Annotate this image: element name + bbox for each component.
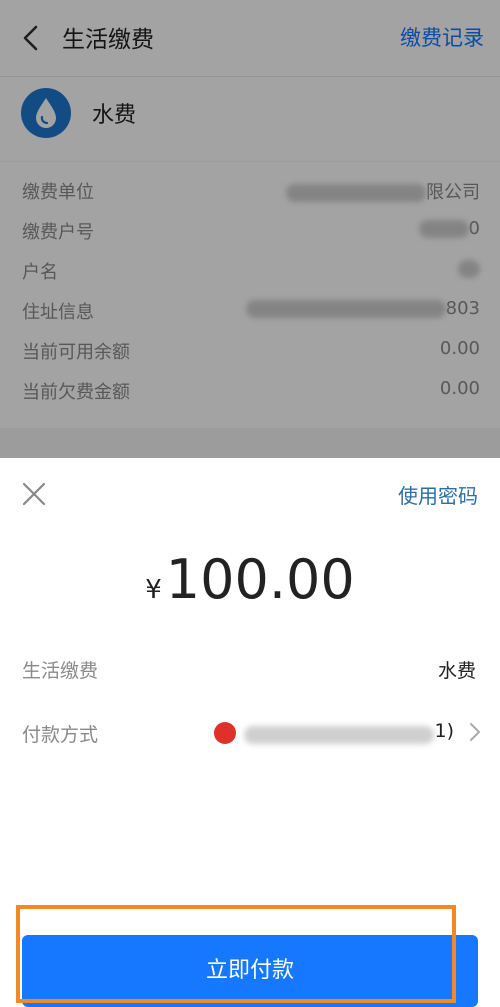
amount-display: ¥100.00 (0, 548, 500, 611)
service-type-value: 水费 (437, 660, 476, 682)
payment-method-label: 付款方式 (22, 724, 99, 746)
highlight-annotation (16, 905, 456, 1003)
use-password-link[interactable]: 使用密码 (398, 480, 478, 509)
close-icon[interactable] (18, 478, 50, 510)
bank-logo-icon (214, 722, 236, 744)
currency-symbol: ¥ (145, 575, 162, 605)
chevron-right-icon (470, 723, 480, 741)
payment-sheet: 使用密码 ¥100.00 生活缴费 水费 付款方式 1) 立即付款 (0, 458, 500, 1007)
payment-method-row[interactable]: 付款方式 1) (0, 708, 500, 758)
payment-method-value: 1) (434, 720, 454, 742)
blurred-text (244, 726, 434, 744)
service-type-row: 生活缴费 水费 (0, 644, 500, 694)
dim-overlay[interactable] (0, 0, 500, 460)
service-type-label: 生活缴费 (22, 660, 99, 682)
payment-amount: 100.00 (165, 548, 355, 611)
